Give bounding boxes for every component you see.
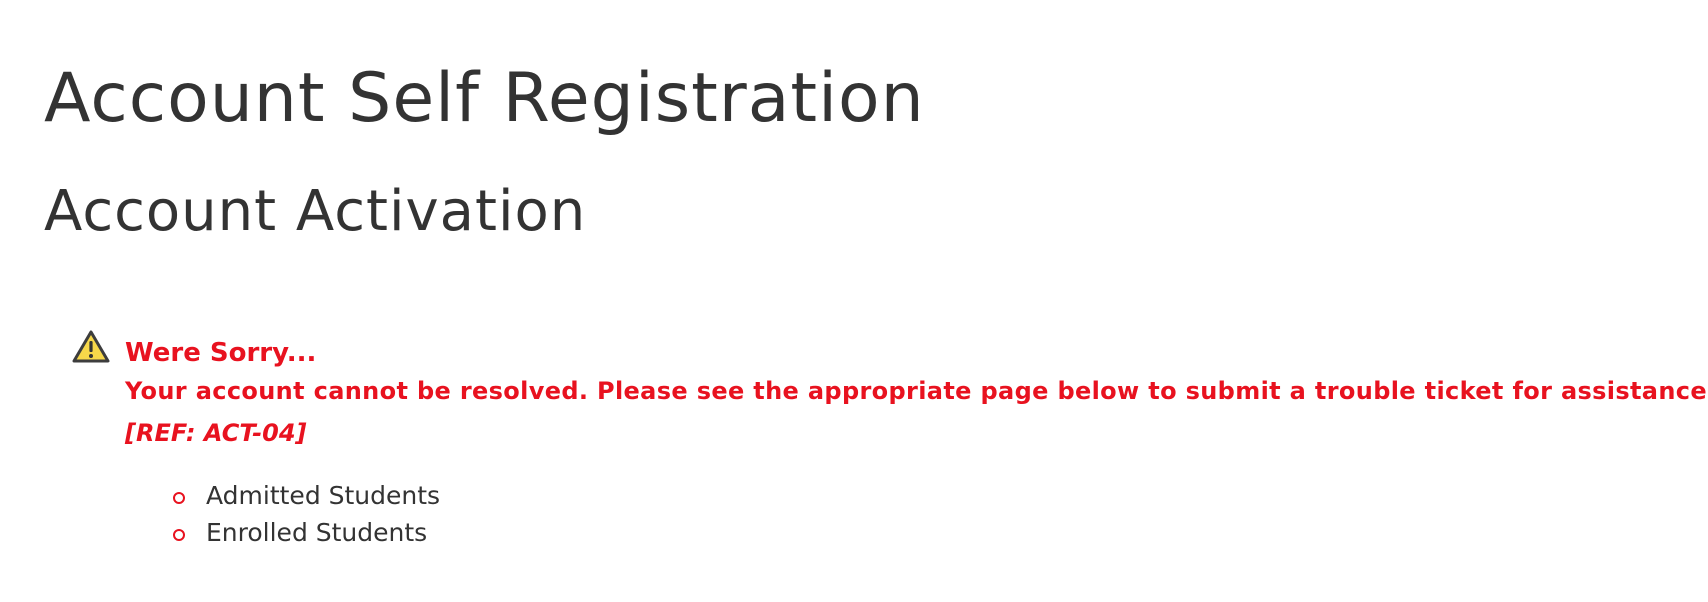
bullet-circle-icon (173, 529, 185, 541)
enrolled-students-link[interactable]: Enrolled Students (206, 518, 427, 547)
admitted-students-link[interactable]: Admitted Students (206, 481, 440, 510)
page: Account Self Registration Account Activa… (0, 0, 1708, 602)
alert-message: Your account cannot be resolved. Please … (125, 377, 1708, 405)
bullet-circle-icon (173, 492, 185, 504)
alert-reference-code: [REF: ACT-04] (125, 419, 307, 447)
section-title: Account Activation (44, 179, 587, 244)
warning-icon (72, 330, 110, 364)
alert-heading: Were Sorry... (125, 338, 317, 368)
list-item: Admitted Students (173, 481, 440, 511)
page-title: Account Self Registration (44, 59, 925, 138)
list-item: Enrolled Students (173, 518, 427, 548)
